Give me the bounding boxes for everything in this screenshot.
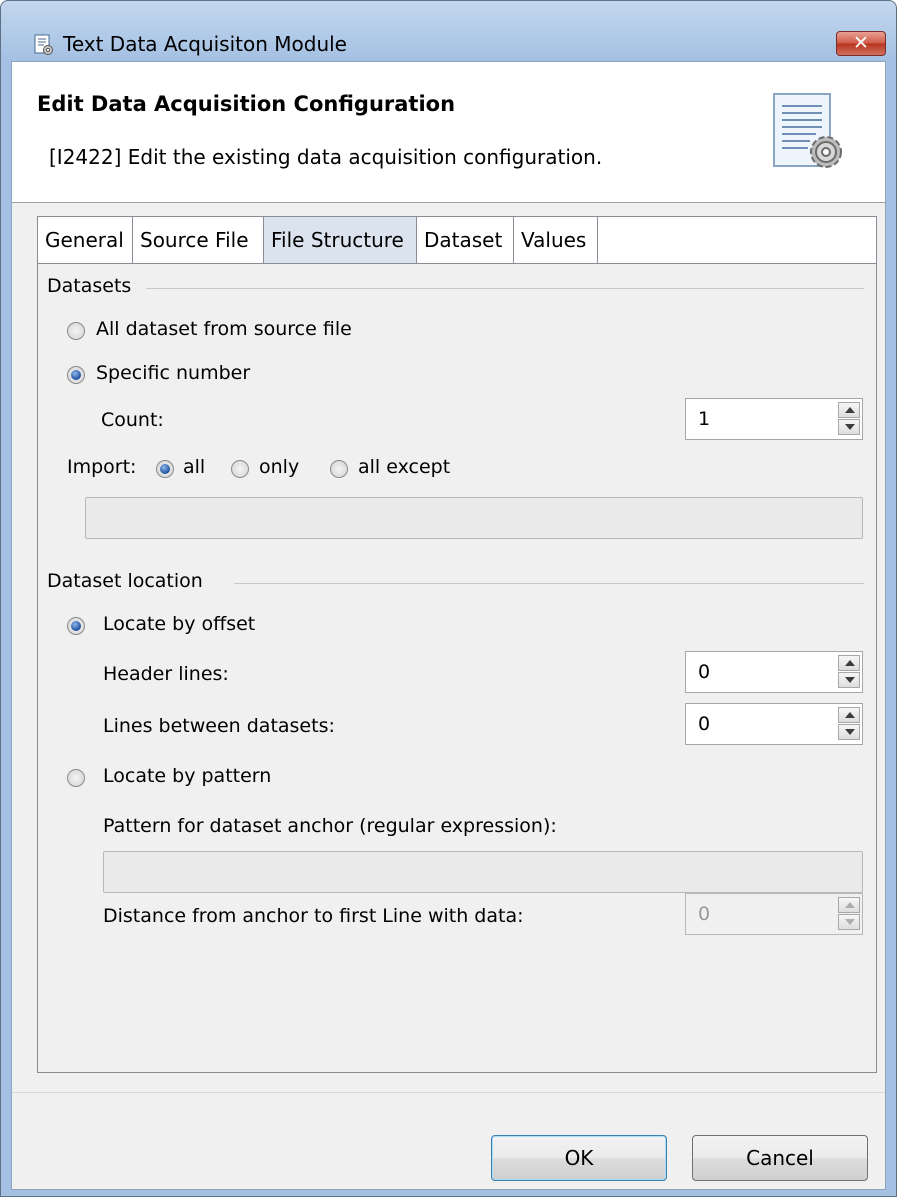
lines-between-spinner[interactable]: 0: [685, 703, 863, 745]
tab-label: Dataset: [424, 228, 503, 252]
tab-file-structure[interactable]: File Structure: [264, 217, 417, 263]
spin-up-icon[interactable]: [838, 707, 860, 723]
ok-button[interactable]: OK: [491, 1135, 667, 1181]
tab-panel: General Source File File Structure Datas…: [37, 216, 877, 1073]
locate-by-pattern-label: Locate by pattern: [103, 765, 272, 787]
dialog-body: Edit Data Acquisition Configuration [I24…: [11, 61, 886, 1190]
distance-value: 0: [698, 903, 711, 925]
spinner-arrows: [838, 897, 860, 931]
lines-between-value: 0: [698, 713, 711, 735]
locate-by-offset-label: Locate by offset: [103, 613, 256, 635]
tab-dataset[interactable]: Dataset: [417, 217, 514, 263]
dialog-footer: OK Cancel: [12, 1092, 885, 1190]
spinner-arrows: [838, 707, 860, 741]
count-value: 1: [698, 408, 711, 430]
import-label: Import:: [67, 456, 137, 478]
tab-source-file[interactable]: Source File: [133, 217, 264, 263]
spinner-arrows: [838, 655, 860, 689]
title-bar[interactable]: Text Data Acquisiton Module ✕: [1, 1, 896, 61]
lines-between-label: Lines between datasets:: [103, 715, 335, 737]
import-all-label: all: [183, 456, 206, 478]
spin-down-icon[interactable]: [838, 419, 860, 435]
distance-label: Distance from anchor to first Line with …: [103, 905, 524, 927]
tab-label: Values: [521, 228, 587, 252]
spin-down-icon[interactable]: [838, 724, 860, 740]
cancel-button-label: Cancel: [746, 1146, 814, 1170]
count-spinner[interactable]: 1: [685, 398, 863, 440]
import-all-radio[interactable]: [156, 460, 174, 478]
header-lines-spinner[interactable]: 0: [685, 651, 863, 693]
all-datasets-radio[interactable]: [67, 322, 85, 340]
header-lines-label: Header lines:: [103, 663, 229, 685]
datasets-group-label: Datasets: [47, 275, 132, 297]
datasets-group-divider: [146, 288, 864, 289]
header-lines-value: 0: [698, 661, 711, 683]
spin-up-icon: [838, 897, 860, 913]
pattern-anchor-label: Pattern for dataset anchor (regular expr…: [103, 815, 557, 837]
specific-number-label: Specific number: [96, 362, 251, 384]
locate-by-offset-radio[interactable]: [67, 617, 85, 635]
spin-down-icon[interactable]: [838, 672, 860, 688]
configuration-document-icon: [773, 93, 842, 168]
ok-button-label: OK: [564, 1146, 594, 1170]
spinner-arrows: [838, 402, 860, 436]
header-description: [I2422] Edit the existing data acquisiti…: [49, 145, 603, 169]
tab-values[interactable]: Values: [514, 217, 598, 263]
specific-number-radio[interactable]: [67, 366, 85, 384]
app-icon: [34, 34, 53, 55]
tab-bar: General Source File File Structure Datas…: [38, 217, 876, 264]
locate-by-pattern-radio[interactable]: [67, 769, 85, 787]
header-title: Edit Data Acquisition Configuration: [37, 92, 456, 116]
window-title: Text Data Acquisiton Module: [63, 32, 347, 56]
import-all-except-radio[interactable]: [330, 460, 348, 478]
spin-up-icon[interactable]: [838, 655, 860, 671]
tab-label: Source File: [140, 228, 249, 252]
pattern-anchor-field[interactable]: [103, 851, 863, 893]
import-filter-field[interactable]: [85, 497, 863, 539]
spin-up-icon[interactable]: [838, 402, 860, 418]
close-button[interactable]: ✕: [836, 31, 886, 56]
all-datasets-label: All dataset from source file: [96, 318, 352, 340]
tab-general[interactable]: General: [38, 217, 133, 263]
close-icon: ✕: [853, 32, 869, 54]
tab-label: File Structure: [271, 228, 404, 252]
location-group-divider: [234, 583, 864, 584]
import-only-label: only: [259, 456, 300, 478]
dialog-header: Edit Data Acquisition Configuration [I24…: [12, 62, 885, 203]
dialog-window: Text Data Acquisiton Module ✕ Edit Data …: [0, 0, 897, 1197]
spin-down-icon: [838, 914, 860, 930]
distance-spinner[interactable]: 0: [685, 893, 863, 935]
count-label: Count:: [101, 409, 164, 431]
tab-label: General: [45, 228, 124, 252]
location-group-label: Dataset location: [47, 570, 203, 592]
import-all-except-label: all except: [358, 456, 451, 478]
import-only-radio[interactable]: [231, 460, 249, 478]
cancel-button[interactable]: Cancel: [692, 1135, 868, 1181]
